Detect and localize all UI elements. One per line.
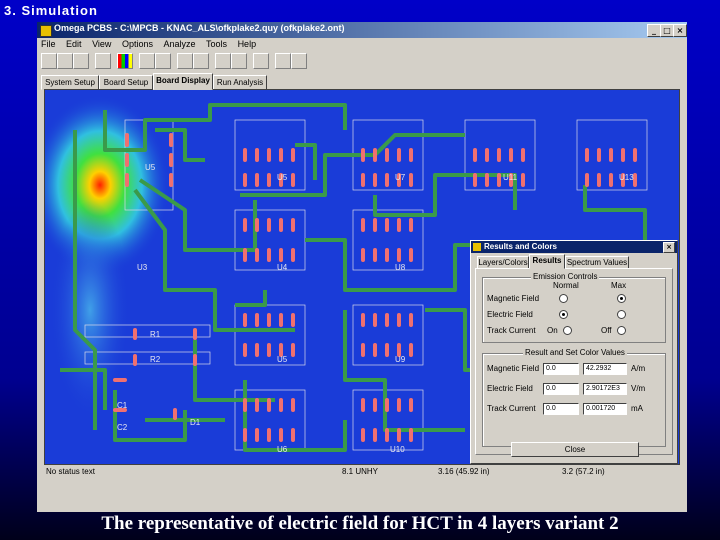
magnetic-max-field[interactable]: 42.2932 <box>583 363 627 375</box>
field-region <box>50 200 130 420</box>
electric-unit: V/m <box>631 384 646 393</box>
status-bar: No status text 8.1 UNHY 3.16 (45.92 in) … <box>42 465 680 481</box>
label-d1: D1 <box>190 418 201 427</box>
label-u3: U3 <box>137 263 148 272</box>
app-icon <box>40 25 52 37</box>
menu-analyze[interactable]: Analyze <box>159 38 199 50</box>
col-header-max: Max <box>611 281 627 290</box>
label-u6: U6 <box>277 445 288 454</box>
menu-options[interactable]: Options <box>118 38 157 50</box>
label-u8: U8 <box>395 263 406 272</box>
measure-icon[interactable] <box>253 53 269 69</box>
close-button[interactable]: Close <box>511 442 639 457</box>
tab-board-display[interactable]: Board Display <box>153 73 213 90</box>
row-magnetic-field-label: Magnetic Field <box>487 294 540 303</box>
label-r2: R2 <box>150 355 161 364</box>
value-row-label-electric: Electric Field <box>487 384 533 393</box>
track-max-field[interactable]: 0.001720 <box>583 403 627 415</box>
color-palette-icon[interactable] <box>117 53 133 69</box>
label-u4: U4 <box>277 263 288 272</box>
results-panel: Emission Controls Normal Max Magnetic Fi… <box>475 268 673 455</box>
dialog-close-icon[interactable]: × <box>663 242 675 253</box>
status-mid: 8.1 UNHY <box>342 467 379 476</box>
values-group-title: Result and Set Color Values <box>523 348 627 357</box>
magnetic-normal-radio[interactable] <box>559 294 568 303</box>
dialog-tab-results[interactable]: Results <box>529 254 565 269</box>
track-on-label: On <box>547 326 558 335</box>
value-row-label-magnetic: Magnetic Field <box>487 364 540 373</box>
new-file-icon[interactable] <box>41 53 57 69</box>
label-u13: U13 <box>619 173 634 182</box>
label-u5: U5 <box>277 173 288 182</box>
dialog-app-icon <box>473 243 481 251</box>
grid-icon[interactable] <box>155 53 171 69</box>
slide-title: 3. Simulation <box>4 3 98 18</box>
field-icon[interactable] <box>275 53 291 69</box>
menu-view[interactable]: View <box>88 38 115 50</box>
track-unit: mA <box>631 404 643 413</box>
current-icon[interactable] <box>291 53 307 69</box>
menu-tools[interactable]: Tools <box>202 38 231 50</box>
dialog-titlebar[interactable]: Results and Colors × <box>471 241 677 253</box>
dialog-title: Results and Colors <box>484 242 557 251</box>
application-window: Omega PCBS - C:\MPCB - KNAC_ALS\ofkplake… <box>37 22 687 512</box>
toolbar <box>37 52 687 70</box>
result-values-group: Result and Set Color Values Magnetic Fie… <box>482 348 666 447</box>
electric-max-radio[interactable] <box>617 310 626 319</box>
value-row-label-track: Track Current <box>487 404 536 413</box>
emission-group-title: Emission Controls <box>531 272 600 281</box>
magnetic-max-radio[interactable] <box>617 294 626 303</box>
row-electric-field-label: Electric Field <box>487 310 533 319</box>
track-off-label: Off <box>601 326 612 335</box>
col-header-normal: Normal <box>553 281 579 290</box>
slide-caption: The representative of electric field for… <box>101 513 619 534</box>
layers-icon[interactable] <box>139 53 155 69</box>
close-button[interactable]: × <box>673 24 687 37</box>
label-c1: C1 <box>117 401 128 410</box>
magnetic-min-field[interactable]: 0.0 <box>543 363 579 375</box>
minimize-button[interactable]: _ <box>647 24 661 37</box>
maximize-button[interactable]: □ <box>660 24 674 37</box>
save-icon[interactable] <box>73 53 89 69</box>
label-u7: U7 <box>395 173 406 182</box>
status-coords-2: 3.2 (57.2 in) <box>562 467 605 476</box>
label-u5a: U5 <box>145 163 156 172</box>
tab-run-analysis[interactable]: Run Analysis <box>213 75 267 90</box>
track-off-radio[interactable] <box>617 326 626 335</box>
track-min-field[interactable]: 0.0 <box>543 403 579 415</box>
track-on-radio[interactable] <box>563 326 572 335</box>
menu-file[interactable]: File <box>37 38 60 50</box>
zoom-in-icon[interactable] <box>177 53 193 69</box>
electric-min-field[interactable]: 0.0 <box>543 383 579 395</box>
menu-help[interactable]: Help <box>234 38 261 50</box>
label-u5b: U5 <box>277 355 288 364</box>
label-u10: U10 <box>390 445 405 454</box>
zoom-out-icon[interactable] <box>193 53 209 69</box>
window-title: Omega PCBS - C:\MPCB - KNAC_ALS\ofkplake… <box>54 23 345 33</box>
results-and-colors-dialog: Results and Colors × Layers/Colors Resul… <box>470 240 678 464</box>
print-icon[interactable] <box>95 53 111 69</box>
row-track-current-label: Track Current <box>487 326 536 335</box>
status-coords-1: 3.16 (45.92 in) <box>438 467 490 476</box>
menu-bar: File Edit View Options Analyze Tools Hel… <box>37 38 687 52</box>
status-left: No status text <box>46 467 95 476</box>
label-u9: U9 <box>395 355 406 364</box>
tab-system-setup[interactable]: System Setup <box>41 75 99 90</box>
label-c2: C2 <box>117 423 128 432</box>
run-icon[interactable] <box>215 53 231 69</box>
label-u11: U11 <box>503 173 518 182</box>
electric-max-field[interactable]: 2.90172E3 <box>583 383 627 395</box>
electric-normal-radio[interactable] <box>559 310 568 319</box>
open-folder-icon[interactable] <box>57 53 73 69</box>
stop-icon[interactable] <box>231 53 247 69</box>
menu-edit[interactable]: Edit <box>62 38 86 50</box>
label-r1: R1 <box>150 330 161 339</box>
emission-controls-group: Emission Controls Normal Max Magnetic Fi… <box>482 272 666 343</box>
tab-board-setup[interactable]: Board Setup <box>99 75 153 90</box>
magnetic-unit: A/m <box>631 364 646 373</box>
window-titlebar[interactable]: Omega PCBS - C:\MPCB - KNAC_ALS\ofkplake… <box>37 22 687 38</box>
